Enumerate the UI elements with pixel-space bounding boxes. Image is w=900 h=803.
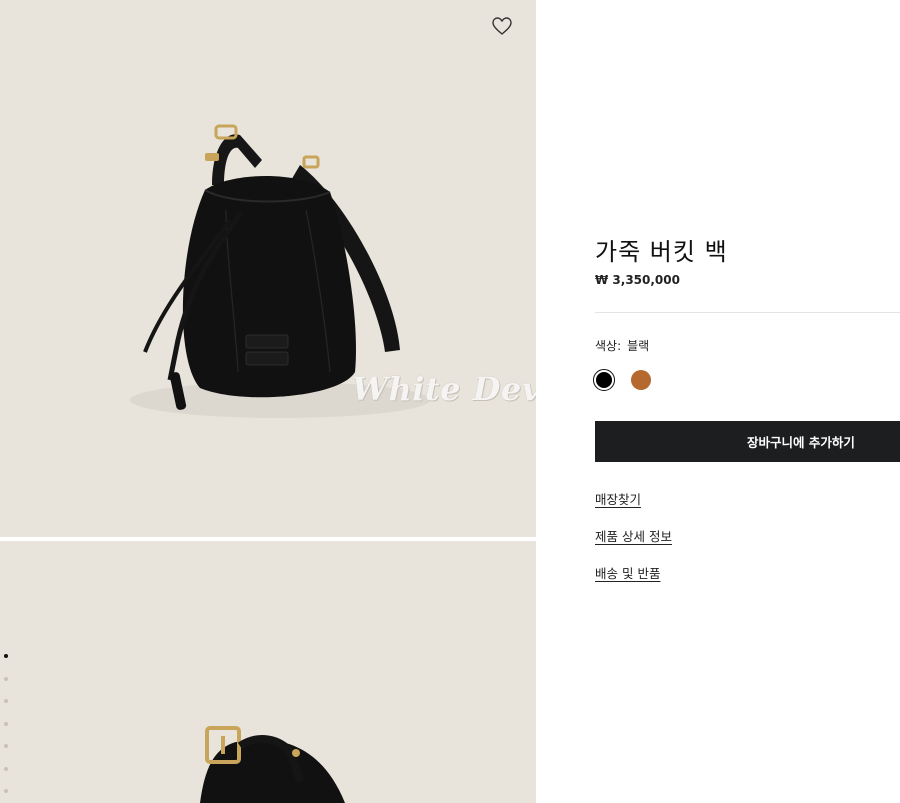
store-finder-link[interactable]: 매장찾기 xyxy=(595,489,641,508)
product-gallery: White Devil xyxy=(0,0,536,803)
product-title: 가죽 버킷 백 xyxy=(595,238,728,266)
divider xyxy=(595,312,900,313)
color-selection-label: 색상: 블랙 xyxy=(595,337,649,354)
product-image-2[interactable] xyxy=(0,541,536,803)
product-details-link[interactable]: 제품 상세 정보 xyxy=(595,526,672,545)
product-info-panel: 가죽 버킷 백 ₩ 3,350,000 색상: 블랙 장바구니에 추가하기 매장찾… xyxy=(593,0,900,803)
heart-icon[interactable] xyxy=(490,14,514,38)
pagination-dot[interactable] xyxy=(4,766,8,771)
product-price: ₩ 3,350,000 xyxy=(595,273,680,287)
color-value: 블랙 xyxy=(627,339,650,353)
pagination-dot[interactable] xyxy=(4,721,8,726)
pagination-dot[interactable] xyxy=(4,699,8,703)
product-image-1[interactable]: White Devil xyxy=(0,0,536,537)
pagination-dot[interactable] xyxy=(4,789,8,793)
bucket-bag-illustration xyxy=(130,124,430,418)
color-swatch-black[interactable] xyxy=(593,369,615,391)
color-swatch-tan[interactable] xyxy=(631,370,651,390)
bucket-bag-closeup-illustration xyxy=(200,726,345,803)
pagination-dot[interactable] xyxy=(4,676,8,681)
color-label: 색상: xyxy=(595,339,622,353)
add-to-cart-button[interactable]: 장바구니에 추가하기 xyxy=(595,421,900,462)
gallery-pagination xyxy=(4,654,8,803)
shipping-returns-link[interactable]: 배송 및 반품 xyxy=(595,563,660,582)
watermark-text: White Devil xyxy=(352,370,536,408)
pagination-dot[interactable] xyxy=(4,654,8,658)
pagination-dot[interactable] xyxy=(4,744,8,748)
